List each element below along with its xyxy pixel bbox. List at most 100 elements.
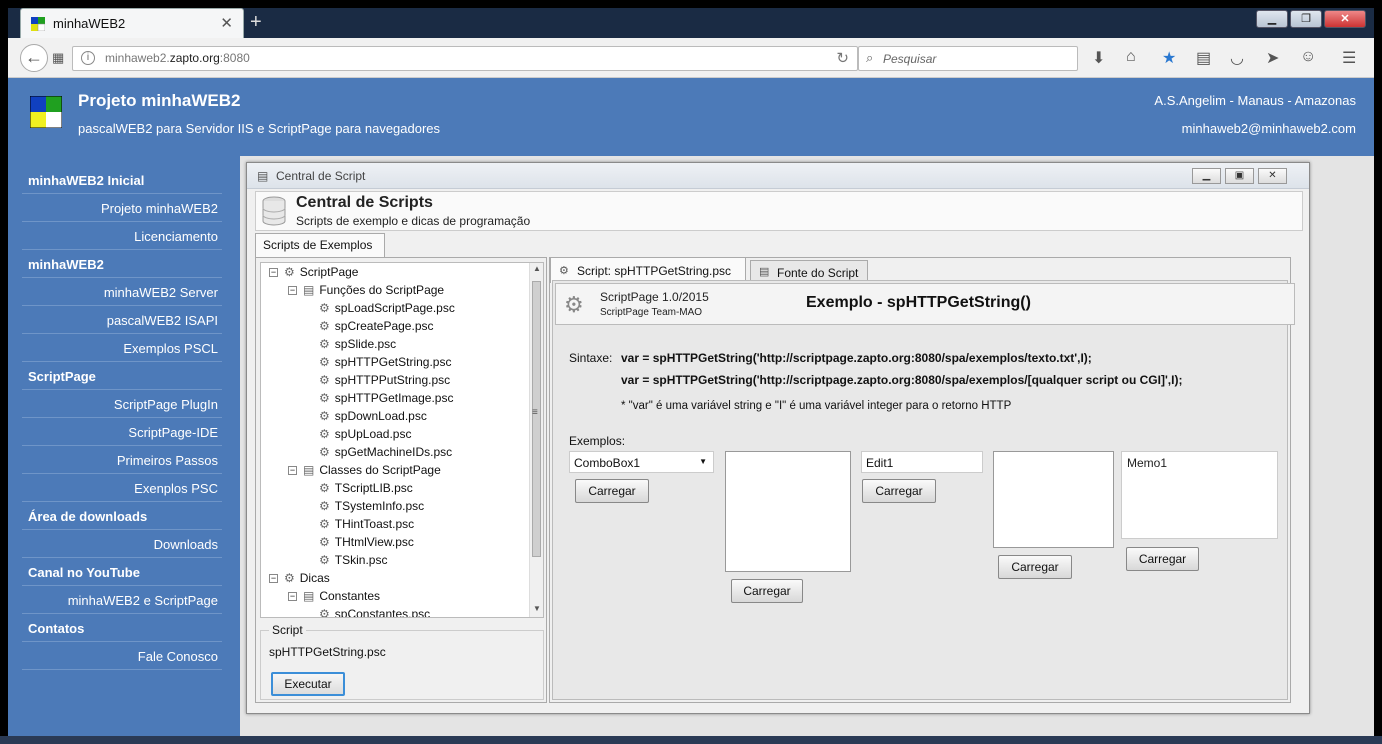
search-input[interactable]: ⌕ Pesquisar [858,46,1078,71]
example-image-box[interactable] [993,451,1114,548]
tree-folder[interactable]: − ▤ Constantes [288,589,380,603]
version-text: ScriptPage 1.0/2015 [600,290,709,304]
window-minimize-button[interactable]: ▁ [1192,168,1221,184]
tree-file[interactable]: ⚙ TScriptLIB.psc [307,481,413,495]
scroll-down-icon[interactable]: ▼ [533,604,541,613]
sidebar-item[interactable]: minhaWEB2 e ScriptPage [22,586,222,614]
tree-file[interactable]: ⚙ spUpLoad.psc [307,427,411,441]
load-button-image[interactable]: Carregar [998,555,1072,579]
sidebar-category[interactable]: minhaWEB2 [22,250,222,278]
download-icon[interactable]: ⬇ [1092,48,1105,68]
menu-icon[interactable]: ☰ [1342,48,1356,68]
minimize-button[interactable]: ▁ [1256,10,1288,28]
sidebar-item-label: Licenciamento [134,229,218,244]
sidebar-item-label: Contatos [28,621,85,636]
load-button-combobox[interactable]: Carregar [575,479,649,503]
tree-file[interactable]: ⚙ spHTTPPutString.psc [307,373,450,387]
collapse-icon[interactable]: − [288,466,297,475]
tree-label: spHTTPGetImage.psc [334,391,454,405]
tree-folder[interactable]: − ⚙ Dicas [269,571,330,585]
sidebar-item-label: Exenplos PSC [134,481,218,496]
script-file-icon: ⚙ [319,481,330,495]
tab-scripts-examples[interactable]: Scripts de Exemplos [255,233,385,257]
tree-scrollbar[interactable]: ▲ ≡ ▼ [529,263,543,617]
tree-folder[interactable]: − ⚙ ScriptPage [269,265,358,279]
tree-file[interactable]: ⚙ spDownLoad.psc [307,409,427,423]
pocket-icon[interactable]: ◡ [1230,48,1244,68]
memo-value: Memo1 [1127,456,1168,470]
sidebar-item[interactable]: Primeiros Passos [22,446,222,474]
sidebar-category[interactable]: ScriptPage [22,362,222,390]
url-bar[interactable]: i minhaweb2.zapto.org:8080 ↻ [72,46,858,71]
url-text: minhaweb2.zapto.org:8080 [105,51,250,65]
tree-file[interactable]: ⚙ TSystemInfo.psc [307,499,424,513]
tree-file[interactable]: ⚙ spSlide.psc [307,337,396,351]
scroll-thumb[interactable] [532,281,541,557]
sidebar-item-label: minhaWEB2 e ScriptPage [67,593,218,608]
sidebar-item-label: Canal no YouTube [28,565,140,580]
tree-label: TSkin.psc [334,553,388,567]
sidebar-category[interactable]: Canal no YouTube [22,558,222,586]
tree-file[interactable]: ⚙ TSkin.psc [307,553,387,567]
selected-script: spHTTPGetString.psc [269,645,386,659]
script-group-legend: Script [269,623,306,637]
tree-file[interactable]: ⚙ spCreatePage.psc [307,319,434,333]
execute-button[interactable]: Executar [271,672,345,696]
sidebar-item[interactable]: Projeto minhaWEB2 [22,194,222,222]
tree-file[interactable]: ⚙ spHTTPGetString.psc [307,355,451,369]
load-button-memo[interactable]: Carregar [1126,547,1199,571]
window-controls: ▁ ❐ ✕ [1256,10,1366,28]
site-info-icon[interactable]: i [81,51,95,65]
window-close-button[interactable]: ✕ [1258,168,1287,184]
reload-icon[interactable]: ↻ [836,49,849,67]
collapse-icon[interactable]: − [269,268,278,277]
sidebar-item[interactable]: Exenplos PSC [22,474,222,502]
tree-label: TSystemInfo.psc [334,499,425,513]
bookmark-star-icon[interactable]: ★ [1162,48,1176,68]
back-arrow-icon[interactable]: ← [20,44,48,72]
sidebar-item[interactable]: Licenciamento [22,222,222,250]
example-combobox[interactable]: ComboBox1 ▼ [569,451,714,473]
chat-icon[interactable]: ☺ [1300,48,1316,66]
collapse-icon[interactable]: − [269,574,278,583]
tab-close-icon[interactable]: ✕ [220,14,233,32]
collapse-icon[interactable]: − [288,286,297,295]
tree-file[interactable]: ⚙ spConstantes.psc [307,607,430,617]
tree-file[interactable]: ⚙ spGetMachineIDs.psc [307,445,452,459]
tree-file[interactable]: ⚙ spLoadScriptPage.psc [307,301,455,315]
sidebar-item[interactable]: minhaWEB2 Server [22,278,222,306]
browser-tab[interactable]: minhaWEB2 ✕ [20,8,244,38]
example-listbox[interactable] [725,451,851,572]
new-tab-icon[interactable]: + [250,11,262,34]
example-edit[interactable]: Edit1 [861,451,983,473]
tree-file[interactable]: ⚙ spHTTPGetImage.psc [307,391,453,405]
load-button-listbox[interactable]: Carregar [731,579,803,603]
sidebar-item[interactable]: ScriptPage-IDE [22,418,222,446]
sidebar-item[interactable]: Exemplos PSCL [22,334,222,362]
example-memo[interactable]: Memo1 [1121,451,1278,539]
sidebar-category[interactable]: Contatos [22,614,222,642]
window-maximize-button[interactable]: ▣ [1225,168,1254,184]
tree-folder[interactable]: − ▤ Classes do ScriptPage [288,463,441,477]
send-icon[interactable]: ➤ [1266,48,1279,68]
tree-folder[interactable]: − ▤ Funções do ScriptPage [288,283,444,297]
scroll-up-icon[interactable]: ▲ [533,264,541,273]
restore-button[interactable]: ❐ [1290,10,1322,28]
load-button-edit[interactable]: Carregar [862,479,936,503]
history-icon[interactable]: ▦ [52,50,64,66]
sidebar-item[interactable]: Downloads [22,530,222,558]
tree-file[interactable]: ⚙ THintToast.psc [307,517,414,531]
sidebar-item[interactable]: pascalWEB2 ISAPI [22,306,222,334]
tree-file[interactable]: ⚙ THtmlView.psc [307,535,414,549]
close-window-button[interactable]: ✕ [1324,10,1366,28]
reading-list-icon[interactable]: ▤ [1196,48,1211,68]
tree-label: THintToast.psc [334,517,415,531]
script-tree[interactable]: − ⚙ ScriptPage − ▤ Funções do ScriptPage ⚙ spLo… [260,262,544,618]
contact-email[interactable]: minhaweb2@minhaweb2.com [1182,121,1356,136]
home-icon[interactable]: ⌂ [1126,48,1136,66]
sidebar-item[interactable]: ScriptPage PlugIn [22,390,222,418]
sidebar-item[interactable]: Fale Conosco [22,642,222,670]
sidebar-category[interactable]: minhaWEB2 Inicial [22,166,222,194]
sidebar-category[interactable]: Área de downloads [22,502,222,530]
collapse-icon[interactable]: − [288,592,297,601]
